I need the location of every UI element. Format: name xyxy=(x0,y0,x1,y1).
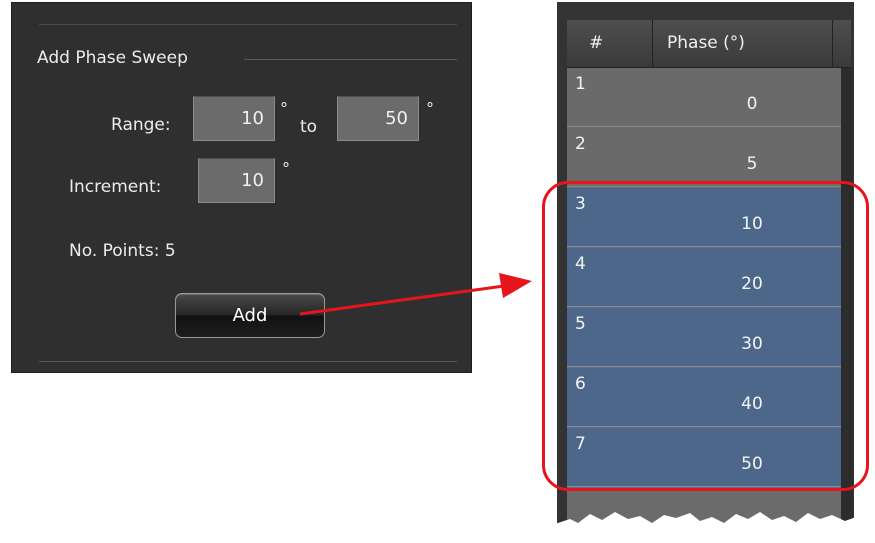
increment-input[interactable]: 10 xyxy=(198,158,275,203)
add-button[interactable]: Add xyxy=(175,293,325,338)
row-phase-value: 5 xyxy=(746,154,758,174)
range-start-degree: ° xyxy=(280,99,288,118)
table-row[interactable]: 10 xyxy=(567,68,841,127)
column-separator xyxy=(652,20,653,67)
points-count: No. Points: 5 xyxy=(69,241,176,261)
range-label: Range: xyxy=(111,115,171,135)
column-header-number[interactable]: # xyxy=(589,20,603,67)
row-number: 2 xyxy=(575,134,586,154)
range-start-input[interactable]: 10 xyxy=(193,96,275,141)
row-number: 1 xyxy=(575,74,586,94)
section-title: Add Phase Sweep xyxy=(37,48,188,68)
range-end-input[interactable]: 50 xyxy=(337,96,419,141)
column-header-phase[interactable]: Phase (°) xyxy=(667,20,745,67)
increment-degree: ° xyxy=(282,159,290,178)
row-phase-value: 0 xyxy=(746,94,758,114)
bottom-divider xyxy=(39,361,457,362)
column-separator xyxy=(832,20,833,67)
section-divider xyxy=(244,59,457,60)
table-row[interactable]: 25 xyxy=(567,128,841,187)
selection-highlight-annotation xyxy=(542,181,869,491)
range-to-label: to xyxy=(300,117,318,137)
increment-label: Increment: xyxy=(69,177,162,197)
range-end-degree: ° xyxy=(426,99,434,118)
add-phase-sweep-panel: Add Phase Sweep Range: 10 ° to 50 ° Incr… xyxy=(11,2,472,373)
top-divider xyxy=(39,24,457,25)
table-header: # Phase (°) xyxy=(567,20,851,68)
